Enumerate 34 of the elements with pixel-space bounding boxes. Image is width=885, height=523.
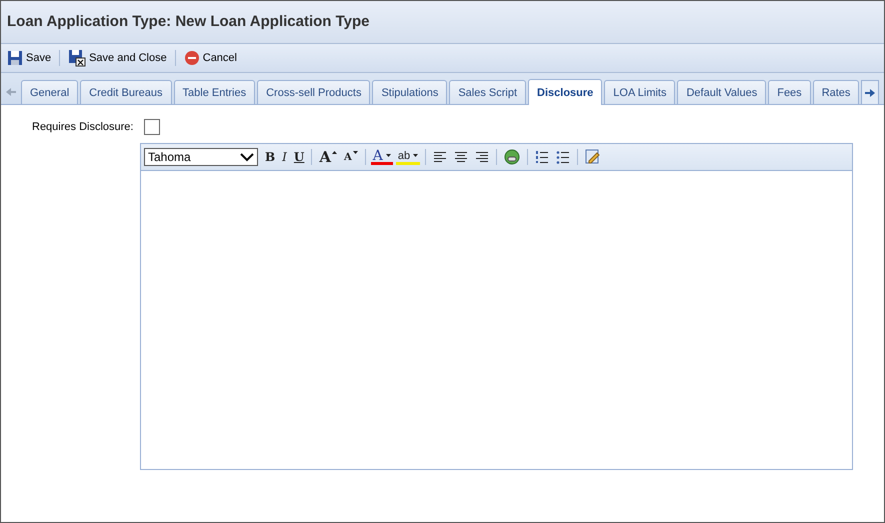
window-title: Loan Application Type: New Loan Application Type — [1, 1, 884, 44]
cancel-icon — [184, 50, 200, 66]
chevron-down-icon — [240, 152, 254, 162]
tab[interactable]: General — [21, 80, 78, 104]
tab[interactable]: Cross-sell Products — [257, 80, 370, 104]
bold-button[interactable]: B — [263, 147, 278, 167]
tab[interactable]: Disclosure — [528, 79, 602, 105]
underline-button[interactable]: U — [292, 147, 306, 167]
cancel-button[interactable]: Cancel — [182, 50, 239, 66]
rich-text-editor[interactable]: Tahoma B I U A A A ab — [140, 143, 853, 470]
caret-up-icon — [332, 151, 338, 154]
caret-down-icon — [352, 151, 358, 154]
tab[interactable]: Fees — [768, 80, 811, 104]
increase-font-button[interactable]: A — [317, 147, 340, 167]
tab[interactable]: Table Entries — [174, 80, 256, 104]
checkbox[interactable] — [144, 119, 160, 135]
italic-button[interactable]: I — [280, 147, 289, 167]
save-and-close-button[interactable]: Save and Close — [66, 49, 169, 67]
tab[interactable]: Rates — [812, 80, 860, 104]
floppy-disk-close-icon — [68, 49, 86, 67]
save-button[interactable]: Save — [5, 50, 54, 66]
font-dropdown[interactable]: Tahoma — [144, 148, 258, 166]
tab[interactable]: Default Values — [677, 80, 766, 104]
font-color-button[interactable]: A — [370, 149, 393, 165]
decrease-font-button[interactable]: A — [342, 147, 360, 167]
highlight-button[interactable]: ab — [396, 149, 420, 165]
tab[interactable]: LOA Limits — [604, 80, 676, 104]
tab[interactable]: Sales Script — [449, 80, 526, 104]
caret-down-icon — [413, 154, 418, 157]
tab[interactable]: Stipulations — [372, 80, 448, 104]
field-label: Requires Disclosure: — [32, 121, 134, 133]
tab[interactable]: Credit Bureaus — [80, 80, 172, 104]
caret-down-icon — [386, 154, 391, 157]
scroll-right-icon[interactable] — [861, 80, 880, 104]
